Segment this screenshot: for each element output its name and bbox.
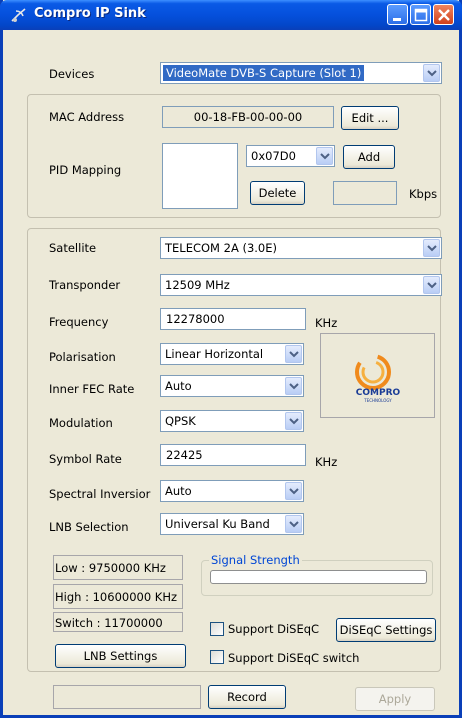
satellite-dish-icon bbox=[11, 8, 26, 22]
pid-mapping-label: PID Mapping bbox=[49, 163, 122, 177]
symbol-rate-unit-label: KHz bbox=[315, 455, 338, 469]
chevron-down-icon bbox=[427, 282, 437, 289]
pid-rate-field bbox=[333, 181, 397, 205]
devices-dropdown-button[interactable] bbox=[423, 64, 440, 82]
polarisation-selected-value: Linear Horizontal bbox=[165, 347, 264, 361]
close-icon bbox=[438, 9, 450, 21]
maximize-button[interactable] bbox=[410, 4, 431, 25]
diseqc-settings-button[interactable]: DiSEqC Settings bbox=[336, 618, 436, 642]
app-window: Compro IP Sink Devices VideoMate DVB-S C… bbox=[0, 0, 462, 718]
maximize-icon bbox=[414, 8, 428, 22]
mac-address-field: 00-18-FB-00-00-00 bbox=[162, 106, 334, 128]
transponder-select[interactable]: 12509 MHz bbox=[160, 274, 442, 296]
mac-address-label: MAC Address bbox=[49, 110, 125, 124]
inner-fec-selected-value: Auto bbox=[165, 379, 192, 393]
satellite-label: Satellite bbox=[49, 241, 97, 255]
spectral-inversion-label: Spectral Inversior bbox=[49, 487, 151, 501]
transponder-selected-value: 12509 MHz bbox=[165, 278, 230, 292]
record-button[interactable]: Record bbox=[208, 685, 286, 709]
chevron-down-icon bbox=[289, 418, 299, 425]
chevron-down-icon bbox=[289, 521, 299, 528]
chevron-down-icon bbox=[320, 153, 330, 160]
lnb-selection-selected-value: Universal Ku Band bbox=[165, 517, 270, 531]
support-diseqc-switch-checkbox[interactable] bbox=[210, 650, 224, 664]
symbol-rate-label: Symbol Rate bbox=[49, 452, 122, 466]
signal-strength-label: Signal Strength bbox=[209, 553, 302, 567]
minimize-button[interactable] bbox=[387, 4, 408, 25]
spectral-inversion-selected-value: Auto bbox=[165, 484, 192, 498]
inner-fec-select[interactable]: Auto bbox=[160, 375, 304, 397]
chevron-down-icon bbox=[427, 70, 437, 77]
satellite-selected-value: TELECOM 2A (3.0E) bbox=[165, 241, 277, 255]
lnb-low-frequency: Low : 9750000 KHz bbox=[55, 561, 166, 575]
transponder-dropdown-button[interactable] bbox=[423, 276, 440, 294]
minimize-icon bbox=[393, 18, 401, 21]
apply-button[interactable]: Apply bbox=[355, 687, 435, 711]
compro-technology-logo: COMPRO TECHNOLOGY bbox=[355, 354, 401, 403]
satellite-dropdown-button[interactable] bbox=[423, 239, 440, 257]
window-title: Compro IP Sink bbox=[34, 6, 146, 21]
transponder-label: Transponder bbox=[49, 278, 121, 292]
symbol-rate-input[interactable]: 22425 bbox=[160, 444, 306, 466]
kbps-unit-label: Kbps bbox=[409, 187, 438, 201]
frequency-input[interactable]: 12278000 bbox=[160, 308, 306, 330]
chevron-down-icon bbox=[289, 351, 299, 358]
polarisation-dropdown-button[interactable] bbox=[285, 345, 302, 363]
lnb-settings-button[interactable]: LNB Settings bbox=[55, 644, 186, 668]
title-bar[interactable]: Compro IP Sink bbox=[0, 0, 462, 30]
polarisation-select[interactable]: Linear Horizontal bbox=[160, 343, 304, 365]
devices-label: Devices bbox=[49, 67, 95, 81]
status-field bbox=[53, 685, 201, 709]
lnb-selection-dropdown-button[interactable] bbox=[285, 515, 302, 533]
spectral-inversion-select[interactable]: Auto bbox=[160, 480, 304, 502]
modulation-dropdown-button[interactable] bbox=[285, 412, 302, 430]
support-diseqc-switch-label: Support DiSEqC switch bbox=[228, 651, 360, 665]
devices-selected-value: VideoMate DVB-S Capture (Slot 1) bbox=[163, 65, 365, 81]
brand-logo-box: COMPRO TECHNOLOGY bbox=[320, 333, 435, 418]
lnb-high-frequency: High : 10600000 KHz bbox=[55, 590, 178, 604]
chevron-down-icon bbox=[289, 488, 299, 495]
polarisation-label: Polarisation bbox=[49, 350, 116, 364]
signal-strength-bar bbox=[210, 570, 427, 584]
logo-text: COMPRO bbox=[356, 388, 401, 398]
pid-dropdown-button[interactable] bbox=[316, 147, 333, 165]
mac-edit-button[interactable]: Edit ... bbox=[341, 106, 399, 130]
chevron-down-icon bbox=[289, 383, 299, 390]
satellite-select[interactable]: TELECOM 2A (3.0E) bbox=[160, 237, 442, 259]
devices-select[interactable]: VideoMate DVB-S Capture (Slot 1) bbox=[160, 62, 442, 84]
frequency-unit-label: KHz bbox=[315, 316, 338, 330]
modulation-select[interactable]: QPSK bbox=[160, 410, 304, 432]
chevron-down-icon bbox=[427, 245, 437, 252]
inner-fec-label: Inner FEC Rate bbox=[49, 382, 135, 396]
modulation-label: Modulation bbox=[49, 416, 113, 430]
modulation-selected-value: QPSK bbox=[165, 414, 196, 428]
lnb-switch-frequency: Switch : 11700000 bbox=[55, 616, 163, 630]
spectral-inversion-dropdown-button[interactable] bbox=[285, 482, 302, 500]
lnb-selection-label: LNB Selection bbox=[49, 520, 129, 534]
pid-delete-button[interactable]: Delete bbox=[250, 181, 305, 205]
support-diseqc-checkbox[interactable] bbox=[210, 622, 224, 636]
pid-add-button[interactable]: Add bbox=[343, 145, 395, 169]
inner-fec-dropdown-button[interactable] bbox=[285, 377, 302, 395]
pid-select[interactable]: 0x07D0 bbox=[246, 145, 335, 167]
lnb-selection-select[interactable]: Universal Ku Band bbox=[160, 513, 304, 535]
pid-mapping-list[interactable] bbox=[162, 143, 238, 209]
close-button[interactable] bbox=[433, 4, 454, 25]
frequency-label: Frequency bbox=[49, 315, 109, 329]
logo-subtext: TECHNOLOGY bbox=[363, 398, 392, 403]
support-diseqc-label: Support DiSEqC bbox=[228, 622, 320, 636]
pid-selected-value: 0x07D0 bbox=[251, 149, 296, 163]
